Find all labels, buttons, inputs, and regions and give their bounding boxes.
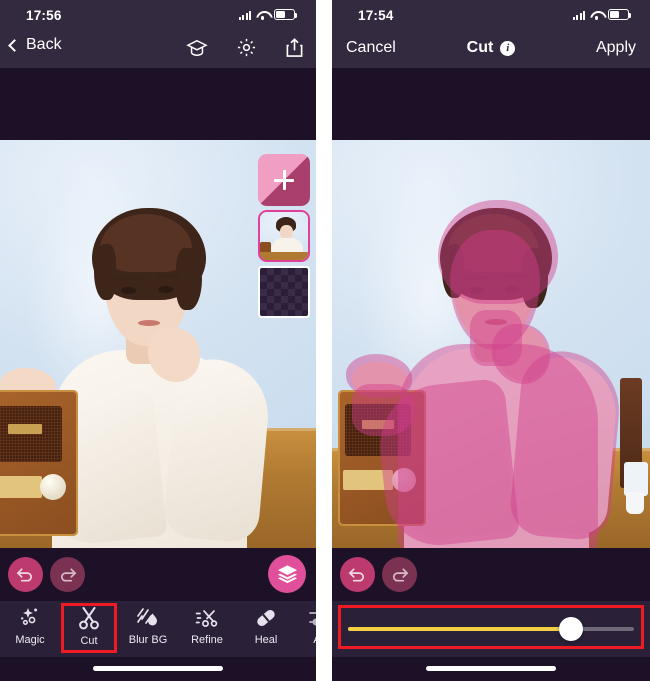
back-button-label: Back — [26, 36, 62, 53]
apply-button[interactable]: Apply — [596, 39, 636, 57]
right-phone-screen: 17:54 Cancel Cut i Apply — [332, 0, 650, 681]
left-phone-screen: 17:56 Back Magic Cut Blur BG Refine Heal — [0, 0, 316, 681]
right-action-row — [332, 548, 650, 601]
tool-blur-bg[interactable]: Blur BG — [120, 607, 176, 646]
brush-size-slider[interactable] — [348, 617, 634, 641]
tool-adjust[interactable]: Ad — [292, 607, 316, 646]
left-photo-canvas[interactable] — [0, 140, 316, 548]
status-icons — [238, 9, 298, 20]
redo-button[interactable] — [382, 557, 417, 592]
tool-label: Cut — [80, 635, 98, 647]
status-icons — [572, 9, 632, 20]
screenshot-stage: 17:56 Back Magic Cut Blur BG Refine Heal… — [0, 0, 650, 681]
redo-button[interactable] — [50, 557, 85, 592]
tool-label: Heal — [254, 634, 278, 646]
photo-radio — [0, 390, 78, 536]
left-status-bar: 17:56 — [0, 0, 316, 32]
right-photo-canvas[interactable] — [332, 140, 650, 548]
left-nav-bar: Back — [0, 32, 316, 68]
right-nav-bar: Cancel Cut i Apply — [332, 32, 650, 68]
left-top-dark-band — [0, 68, 316, 140]
layers-strip — [258, 154, 310, 318]
chevron-left-icon — [8, 38, 21, 52]
signal-bars-icon — [572, 10, 585, 20]
brush-slider-area — [332, 601, 650, 657]
photo-object-small — [626, 492, 644, 514]
home-indicator — [426, 666, 556, 671]
gear-icon[interactable] — [236, 37, 257, 58]
undo-button[interactable] — [8, 557, 43, 592]
editing-toolbar: Magic Cut Blur BG Refine Heal — [0, 601, 316, 657]
photo-radio — [338, 390, 426, 526]
graduation-cap-icon[interactable] — [186, 38, 208, 58]
home-indicator — [93, 666, 223, 671]
tool-refine[interactable]: Refine — [179, 607, 235, 646]
tool-label: Refine — [191, 634, 223, 646]
page-title: Cut — [466, 39, 494, 56]
transparent-checker-layer[interactable] — [258, 266, 310, 318]
photo-object-cup — [624, 462, 648, 496]
signal-bars-icon — [238, 10, 251, 20]
tool-magic[interactable]: Magic — [2, 607, 58, 646]
battery-icon — [608, 9, 632, 20]
status-time: 17:56 — [26, 8, 62, 23]
add-layer-button[interactable] — [258, 154, 310, 206]
slider-filled-track — [348, 627, 572, 631]
plus-icon — [274, 170, 294, 190]
wifi-icon — [256, 10, 269, 20]
tool-label: Blur BG — [128, 634, 168, 646]
layers-button[interactable] — [268, 555, 306, 593]
tool-cut[interactable]: Cut — [61, 607, 117, 647]
tool-heal[interactable]: Heal — [238, 607, 294, 646]
slider-thumb[interactable] — [559, 617, 584, 641]
left-action-row — [0, 548, 316, 601]
wifi-icon — [590, 10, 603, 20]
right-status-bar: 17:54 — [332, 0, 650, 32]
right-top-dark-band — [332, 68, 650, 140]
status-time: 17:54 — [358, 8, 394, 23]
info-circle-icon[interactable]: i — [500, 40, 516, 56]
tool-label: Magic — [15, 634, 45, 646]
back-button[interactable]: Back — [8, 36, 62, 54]
undo-button[interactable] — [340, 557, 375, 592]
left-nav-icon-group — [186, 37, 304, 58]
battery-icon — [274, 9, 298, 20]
share-upload-icon[interactable] — [285, 37, 304, 58]
photo-layer-thumbnail[interactable] — [258, 210, 310, 262]
panel-divider-gap — [316, 0, 332, 681]
